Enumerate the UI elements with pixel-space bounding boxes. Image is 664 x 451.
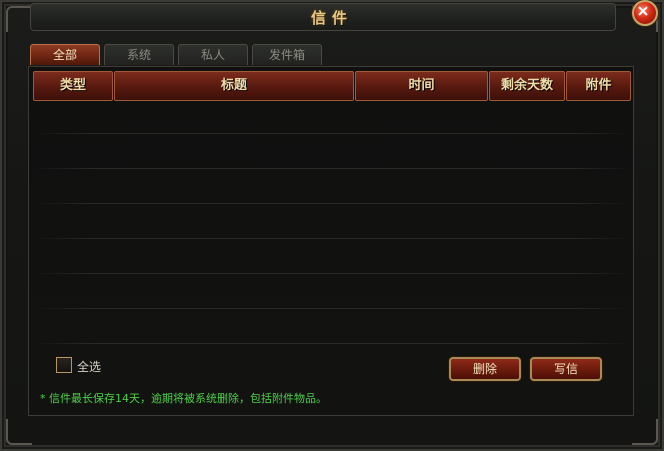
table-row-divider xyxy=(33,203,631,204)
table-row-divider xyxy=(33,343,631,344)
table-row-divider xyxy=(33,238,631,239)
column-header-attachment[interactable]: 附件 xyxy=(566,71,631,101)
tab-private[interactable]: 私人 xyxy=(178,44,248,65)
tab-all[interactable]: 全部 xyxy=(30,44,100,65)
frame-corner xyxy=(632,419,658,445)
column-header-title[interactable]: 标题 xyxy=(114,71,354,101)
column-header-time[interactable]: 时间 xyxy=(355,71,488,101)
mail-retention-note: * 信件最长保存14天，逾期将被系统删除，包括附件物品。 xyxy=(40,392,327,405)
table-row-divider xyxy=(33,133,631,134)
table-row-divider xyxy=(33,273,631,274)
delete-button[interactable]: 删除 xyxy=(449,357,521,381)
select-all-checkbox[interactable] xyxy=(56,357,72,373)
tab-system[interactable]: 系统 xyxy=(104,44,174,65)
table-row-divider xyxy=(33,308,631,309)
column-header-days-left[interactable]: 剩余天数 xyxy=(489,71,565,101)
close-icon xyxy=(638,6,648,16)
write-mail-button[interactable]: 写信 xyxy=(530,357,602,381)
column-header-type[interactable]: 类型 xyxy=(33,71,113,101)
tab-outbox[interactable]: 发件箱 xyxy=(252,44,322,65)
frame-corner xyxy=(6,419,32,445)
table-header: 类型 标题 时间 剩余天数 附件 xyxy=(33,71,631,101)
select-all-label: 全选 xyxy=(77,360,102,374)
window-title: 信件 xyxy=(310,9,353,27)
table-row-divider xyxy=(33,168,631,169)
close-button[interactable] xyxy=(632,0,658,26)
